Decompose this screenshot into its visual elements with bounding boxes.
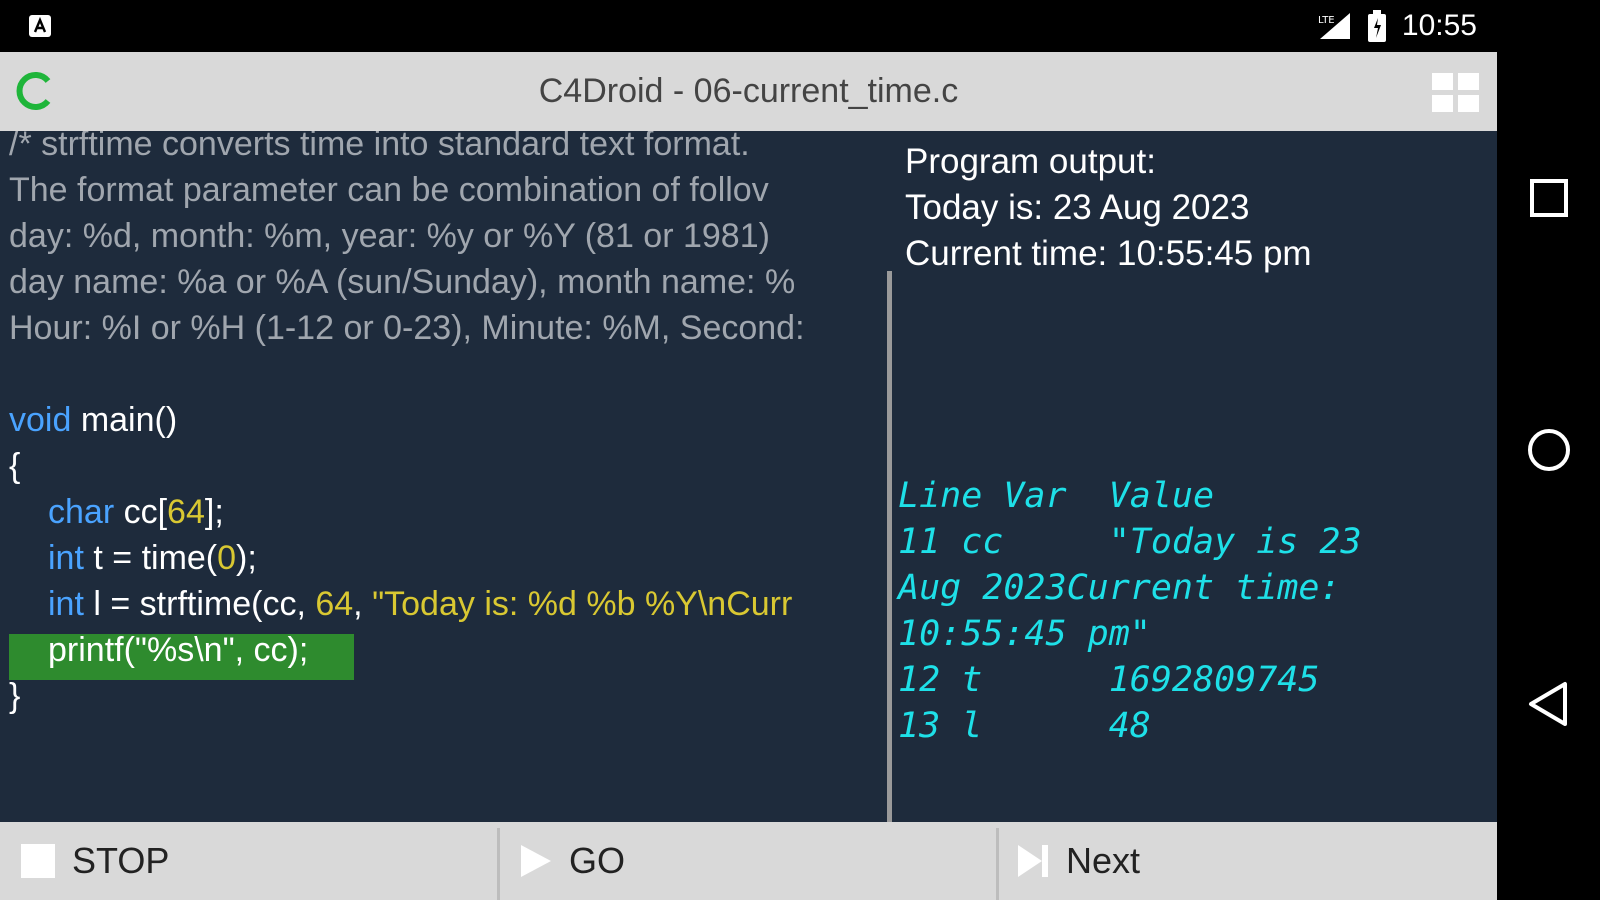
code-keyword: int xyxy=(48,585,84,623)
status-bar: LTE 10:55 xyxy=(0,0,1497,52)
back-icon[interactable] xyxy=(1523,678,1575,730)
stop-icon xyxy=(21,844,55,878)
code-comment-line: day name: %a or %A (sun/Sunday), month n… xyxy=(9,263,796,301)
code-number: 64 xyxy=(315,585,354,623)
code-text: cc[ xyxy=(114,493,168,531)
code-string: "Today is: %d %b %Y\nCurr xyxy=(372,585,793,623)
status-icons: LTE 10:55 xyxy=(1316,6,1477,46)
output-line: Today is: 23 Aug 2023 xyxy=(905,188,1250,227)
pane-divider[interactable] xyxy=(887,271,892,822)
code-text: ); xyxy=(236,539,257,577)
code-comment-line: day: %d, month: %m, year: %y or %Y (81 o… xyxy=(9,217,770,255)
debug-row: 12 t 1692809745 xyxy=(898,660,1320,700)
output-header: Program output: xyxy=(905,142,1156,181)
code-line-strftime: int l = strftime(cc, 64, "Today is: %d %… xyxy=(48,581,792,627)
debug-row: Aug 2023Current time: xyxy=(898,568,1341,608)
code-text: ]; xyxy=(204,493,224,531)
code-line-char: char cc[64]; xyxy=(48,489,224,535)
stop-button[interactable]: STOP xyxy=(20,822,490,900)
debug-row: 11 cc "Today is 23 xyxy=(898,522,1362,562)
signal-icon: LTE xyxy=(1318,13,1350,39)
title-bar: C4Droid - 06-current_time.c xyxy=(0,52,1497,131)
grid-menu-icon[interactable] xyxy=(1432,73,1480,113)
debug-header: Line Var Value xyxy=(898,476,1215,516)
code-keyword: void xyxy=(9,401,72,439)
code-text: , xyxy=(353,585,373,623)
output-line: Current time: 10:55:45 pm xyxy=(905,234,1312,273)
window-title: C4Droid - 06-current_time.c xyxy=(538,72,959,110)
code-comment-line: Hour: %I or %H (1-12 or 0-23), Minute: %… xyxy=(9,309,805,347)
system-navigation-bar xyxy=(1497,0,1600,900)
play-icon xyxy=(521,845,551,877)
code-text: t = time( xyxy=(83,539,218,577)
code-number: 0 xyxy=(217,539,237,577)
battery-icon xyxy=(1367,10,1386,42)
svg-text:LTE: LTE xyxy=(1318,15,1335,26)
next-label: Next xyxy=(1066,840,1141,881)
toolbar-separator xyxy=(497,828,500,900)
home-icon[interactable] xyxy=(1523,424,1575,476)
workspace: /* strftime converts time into standard … xyxy=(0,131,1497,822)
code-line-time: int t = time(0); xyxy=(48,535,257,581)
code-line-printf-current: printf("%s\n", cc); xyxy=(48,631,309,669)
code-line-close-brace: } xyxy=(9,677,21,715)
code-keyword: char xyxy=(48,493,115,531)
toolbar-separator xyxy=(996,828,999,900)
code-line-main: void main() xyxy=(9,397,177,443)
code-editor[interactable]: /* strftime converts time into standard … xyxy=(0,131,886,822)
step-next-icon xyxy=(1018,845,1048,877)
go-button[interactable]: GO xyxy=(519,822,989,900)
code-text: main() xyxy=(71,401,178,439)
app-notification-icon xyxy=(29,15,51,37)
code-line-open-brace: { xyxy=(9,447,21,485)
go-label: GO xyxy=(569,840,626,881)
code-keyword: int xyxy=(48,539,84,577)
debug-row: 13 l 48 xyxy=(898,706,1151,746)
code-text: l = strftime(cc, xyxy=(83,585,316,623)
code-comment-line: /* strftime converts time into standard … xyxy=(9,131,750,163)
stop-label: STOP xyxy=(72,840,170,881)
code-comment-line: The format parameter can be combination … xyxy=(9,171,769,209)
debug-row: 10:55:45 pm" xyxy=(898,614,1151,654)
recents-icon[interactable] xyxy=(1523,172,1575,224)
code-number: 64 xyxy=(167,493,205,531)
next-button[interactable]: Next xyxy=(1016,822,1486,900)
status-time: 10:55 xyxy=(1401,9,1477,42)
debug-toolbar: STOP GO Next xyxy=(0,822,1497,900)
